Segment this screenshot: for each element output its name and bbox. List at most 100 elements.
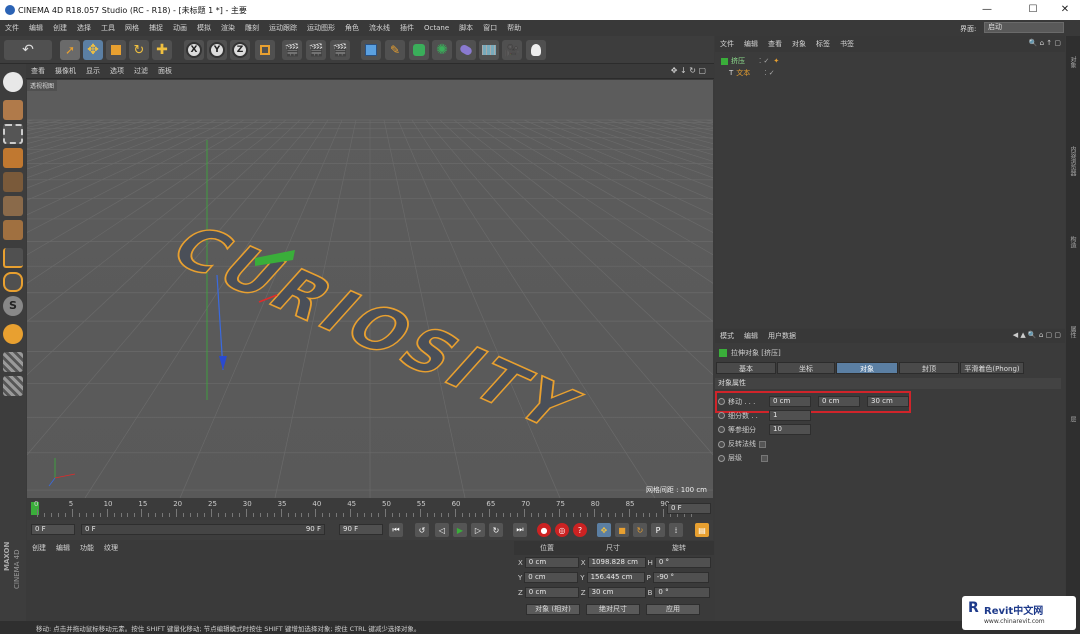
object-menu-item[interactable]: 文件 [715,37,739,51]
object-menu-item[interactable]: 对象 [787,37,811,51]
scale-tool-button[interactable] [106,40,126,60]
object-menu-item[interactable]: 查看 [763,37,787,51]
material-menu-item[interactable]: 创建 [27,541,51,555]
array-button[interactable]: ✺ [432,40,452,60]
transform-tool-button[interactable]: ✚ [152,40,172,60]
play-button[interactable]: ▶ [453,523,467,537]
viewport-menu-item[interactable]: 过滤 [129,64,153,79]
move-tool-button[interactable]: ✥ [83,40,103,60]
record-keys-button[interactable]: ● [537,523,551,537]
deformer-button[interactable] [456,40,476,60]
flip-animate-radio[interactable] [718,440,725,448]
z-axis-toggle[interactable]: Z [230,40,250,60]
perspective-viewport[interactable]: CURIOSITY 透视视图 网格间距 : 100 cm [27,80,713,498]
material-menu-item[interactable]: 纹理 [99,541,123,555]
attribute-nav-icons[interactable]: ◀ ▲ 🔍 ⌂ ▢ ▢ [1013,331,1061,339]
menu-item[interactable]: 模拟 [192,20,216,36]
timeline-ruler[interactable]: 0 5 10 15 20 25 30 35 40 45 50 55 60 65 70 75 80 85 90 0 F [27,498,713,520]
next-frame-button[interactable]: ▷ [471,523,485,537]
move-y-field[interactable]: 0 cm [818,396,860,407]
next-key-button[interactable]: ↻ [489,523,503,537]
key-rotation-button[interactable]: ↻ [633,523,647,537]
menu-item[interactable]: 雕刻 [240,20,264,36]
menu-item[interactable]: 帮助 [502,20,526,36]
viewport-menu-item[interactable]: 显示 [81,64,105,79]
attribute-menu-item[interactable]: 用户数据 [763,329,801,343]
coord-size-field[interactable]: 156.445 cm [586,572,645,583]
menu-item[interactable]: 选择 [72,20,96,36]
menu-item[interactable]: Octane [419,20,454,36]
prev-key-button[interactable]: ↺ [415,523,429,537]
y-axis-toggle[interactable]: Y [207,40,227,60]
x-axis-toggle[interactable]: X [184,40,204,60]
right-strip-tab[interactable]: 构造 [1068,236,1077,248]
menu-item[interactable]: 运动跟踪 [264,20,302,36]
minimize-button[interactable]: — [974,2,1000,18]
right-strip-tab[interactable]: 层 [1068,416,1077,422]
size-mode-select[interactable]: 绝对尺寸 [586,604,640,615]
render-settings-button[interactable]: 🎬 [330,40,350,60]
axis-mode-button[interactable] [3,248,23,268]
workplane-button[interactable] [3,148,23,168]
menu-item[interactable]: 网格 [120,20,144,36]
layout-select[interactable]: 启动 [984,22,1064,33]
attribute-tab[interactable]: 平滑着色(Phong) [960,362,1024,374]
close-button[interactable]: ✕ [1052,2,1078,18]
object-menu-item[interactable]: 标签 [811,37,835,51]
coord-rot-field[interactable]: 0 ° [654,587,711,598]
rotate-tool-button[interactable]: ↻ [129,40,149,60]
timeline-settings-button[interactable]: ▤ [695,523,709,537]
attribute-tab[interactable]: 对象 [836,362,898,374]
menu-item[interactable]: 捕捉 [144,20,168,36]
keyframe-selection-button[interactable]: ? [573,523,587,537]
coord-pos-field[interactable]: 0 cm [524,557,579,568]
menu-item[interactable]: 动画 [168,20,192,36]
viewport-menu-item[interactable]: 查看 [26,64,50,79]
menu-item[interactable]: 角色 [340,20,364,36]
menu-item[interactable]: 创建 [48,20,72,36]
render-view-button[interactable]: 🎬 [282,40,302,60]
polygons-mode-button[interactable] [3,220,23,240]
viewport-menu-item[interactable]: 选项 [105,64,129,79]
attribute-menu-item[interactable]: 模式 [715,329,739,343]
snap-button[interactable]: S [3,296,23,316]
menu-item[interactable]: 渲染 [216,20,240,36]
object-row-extrude[interactable]: 挤压 ⁚ ✓ ✦ [721,56,779,66]
planar-workplane-button[interactable] [3,376,23,396]
points-mode-button[interactable] [3,172,23,192]
preview-range-slider[interactable]: 0 F 90 F [81,524,325,535]
subdiv-animate-radio[interactable] [718,412,725,419]
attribute-tab[interactable]: 基本 [716,362,776,374]
menu-item[interactable]: 脚本 [454,20,478,36]
object-row-text[interactable]: T 文本 ⁚ ✓ [729,68,775,78]
object-menu-item[interactable]: 书签 [835,37,859,51]
hierarchical-checkbox[interactable] [761,454,768,462]
floor-button[interactable] [479,40,499,60]
light-button[interactable] [526,40,546,60]
material-menu-item[interactable]: 功能 [75,541,99,555]
render-picture-viewer-button[interactable]: 🎬 [306,40,326,60]
tweak-mode-button[interactable] [3,272,23,292]
make-editable-button[interactable] [3,72,23,92]
move-animate-radio[interactable] [718,398,725,405]
coord-size-field[interactable]: 30 cm [587,587,646,598]
menu-item[interactable]: 运动图形 [302,20,340,36]
iso-animate-radio[interactable] [718,426,725,433]
object-menu-item[interactable]: 编辑 [739,37,763,51]
camera-button[interactable]: 🎥 [502,40,522,60]
hier-animate-radio[interactable] [718,454,725,462]
go-to-start-button[interactable]: ⏮ [389,523,403,537]
select-tool-button[interactable]: ➚ [60,40,80,60]
key-scale-button[interactable]: ■ [615,523,629,537]
spline-pen-button[interactable]: ✎ [385,40,405,60]
model-mode-button[interactable] [3,100,23,120]
prev-frame-button[interactable]: ◁ [435,523,449,537]
key-position-button[interactable]: ✥ [597,523,611,537]
menu-item[interactable]: 工具 [96,20,120,36]
material-menu-item[interactable]: 编辑 [51,541,75,555]
visibility-toggle-icon-2[interactable]: ⁚ ✓ [764,69,774,77]
menu-item[interactable]: 插件 [395,20,419,36]
coord-pos-field[interactable]: 0 cm [524,587,579,598]
iso-field[interactable]: 10 [769,424,811,435]
max-frame-field[interactable]: 90 F [339,524,383,535]
